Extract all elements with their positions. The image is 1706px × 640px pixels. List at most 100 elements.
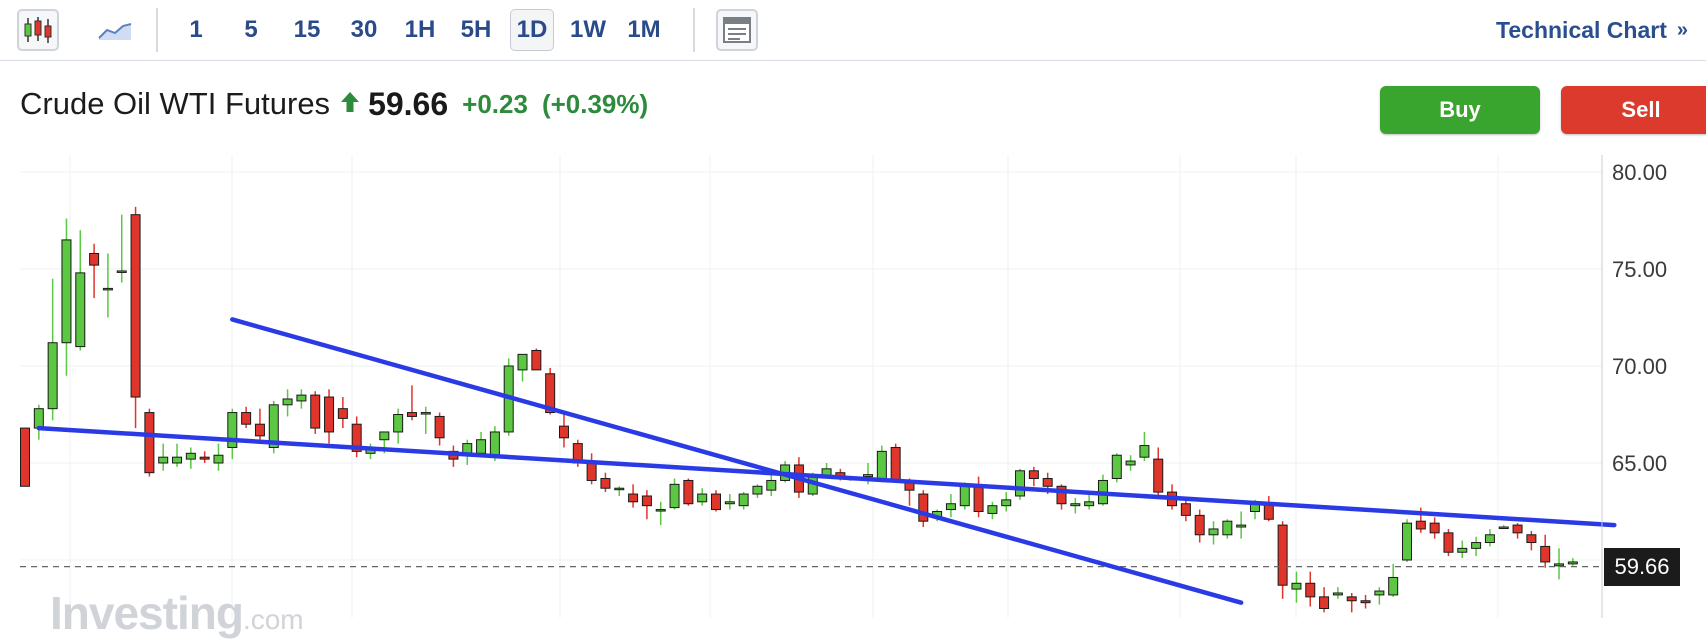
- candle: [420, 406, 431, 434]
- candle: [1153, 447, 1164, 496]
- candle: [641, 490, 652, 520]
- candle: [669, 478, 680, 510]
- candle: [1277, 521, 1288, 599]
- candle: [614, 486, 625, 496]
- candle: [310, 391, 321, 434]
- candle: [586, 453, 597, 485]
- investing-logo: Investing.com: [50, 586, 304, 640]
- candle: [987, 501, 998, 520]
- candle: [47, 278, 58, 421]
- candle: [185, 447, 196, 469]
- candle: [199, 451, 210, 463]
- candle: [1208, 521, 1219, 545]
- candle: [365, 443, 376, 460]
- candle: [655, 501, 666, 526]
- candle: [1332, 587, 1343, 599]
- candle: [144, 408, 155, 477]
- candle: [628, 484, 639, 508]
- candle: [918, 490, 929, 528]
- candle: [33, 404, 44, 440]
- candle: [752, 484, 763, 498]
- candle: [1097, 474, 1108, 506]
- candle: [1402, 519, 1412, 562]
- candle: [1028, 466, 1039, 487]
- candle: [1540, 534, 1551, 568]
- candle: [102, 253, 113, 318]
- candle: [393, 408, 404, 444]
- channel-trendline: [36, 425, 1617, 528]
- watermark-brand: Investing: [50, 587, 244, 639]
- candle: [116, 214, 127, 283]
- candle: [1056, 484, 1067, 510]
- current-price-tag: 59.66: [1604, 548, 1680, 586]
- candle: [766, 474, 777, 496]
- candle: [434, 412, 445, 446]
- candle: [268, 400, 279, 454]
- price-axis-label: 65.00: [1612, 451, 1667, 476]
- candle: [1374, 587, 1385, 605]
- candle: [1180, 499, 1191, 522]
- candle: [1512, 523, 1523, 539]
- candle: [1498, 525, 1509, 530]
- candle: [282, 389, 293, 417]
- candle: [697, 488, 708, 506]
- candle: [1236, 511, 1247, 539]
- candle: [20, 427, 30, 487]
- candle: [1443, 528, 1454, 557]
- candle: [1111, 453, 1122, 483]
- candle: [241, 406, 252, 429]
- candle: [406, 385, 417, 421]
- candle: [213, 443, 224, 471]
- candle: [600, 472, 611, 493]
- candle: [1263, 495, 1274, 522]
- candlestick-series: [20, 206, 1578, 613]
- candle: [738, 492, 749, 510]
- candle: [558, 412, 569, 448]
- candle: [973, 476, 984, 518]
- candle: [1360, 594, 1371, 609]
- candle: [324, 389, 335, 444]
- candle: [1346, 592, 1357, 613]
- candle: [1484, 528, 1495, 547]
- candle: [448, 445, 459, 467]
- candle: [1015, 468, 1026, 500]
- candle: [1222, 519, 1233, 539]
- price-axis-label: 75.00: [1612, 257, 1667, 282]
- candle: [1526, 530, 1537, 551]
- candle: [296, 389, 307, 409]
- candle: [1125, 455, 1136, 471]
- chart-grid: [20, 155, 1602, 618]
- candle: [531, 348, 542, 371]
- candle: [1554, 548, 1565, 580]
- candle: [1291, 571, 1302, 603]
- candle: [1070, 497, 1081, 514]
- candle: [75, 230, 86, 351]
- candle: [1305, 571, 1316, 607]
- candle: [1001, 492, 1012, 512]
- candle: [1388, 563, 1399, 597]
- price-chart[interactable]: 80.00 75.00 70.00 65.00: [0, 0, 1706, 618]
- candle: [172, 443, 183, 467]
- candle: [337, 397, 348, 429]
- candle: [890, 443, 901, 483]
- candle: [724, 494, 735, 510]
- price-axis-label: 80.00: [1612, 160, 1667, 185]
- candle: [711, 490, 721, 512]
- candle: [158, 443, 169, 471]
- price-axis: 80.00 75.00 70.00 65.00: [1612, 160, 1667, 476]
- candle: [1567, 558, 1578, 566]
- candle: [945, 494, 956, 518]
- candle: [876, 445, 887, 483]
- candle: [1429, 517, 1440, 539]
- watermark-suffix: .com: [242, 604, 304, 635]
- price-axis-label: 70.00: [1612, 354, 1667, 379]
- candle: [1457, 540, 1468, 559]
- candle: [227, 408, 238, 460]
- candle: [254, 408, 265, 440]
- candle: [1319, 587, 1330, 613]
- candle: [1194, 509, 1205, 543]
- candle: [1139, 431, 1150, 462]
- candle: [89, 243, 100, 299]
- candle: [683, 478, 694, 506]
- candle: [517, 353, 528, 382]
